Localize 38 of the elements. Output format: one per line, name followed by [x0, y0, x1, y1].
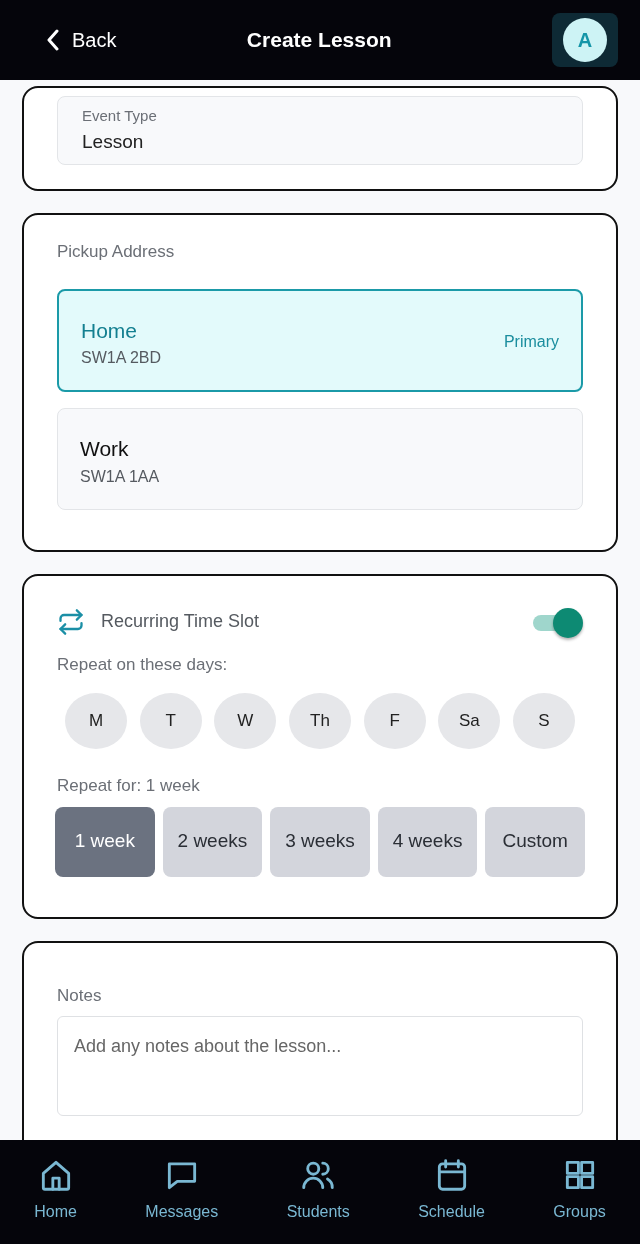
- day-button[interactable]: Th: [288, 693, 351, 749]
- day-button[interactable]: Sa: [438, 693, 501, 749]
- nav-tab[interactable]: Home: [34, 1156, 77, 1224]
- postcode: SW1A 2BD: [81, 348, 162, 368]
- notes-field[interactable]: Add any notes about the lesson...: [57, 1016, 583, 1116]
- nav-tab[interactable]: Schedule: [418, 1156, 485, 1224]
- back-button[interactable]: Back: [46, 25, 117, 55]
- day-button[interactable]: M: [65, 693, 127, 749]
- address-name: Home: [81, 317, 139, 344]
- avatar: A: [563, 18, 607, 62]
- event-type-field[interactable]: Event Type Lesson: [57, 96, 583, 165]
- field-label: Repeat on these days:: [57, 653, 229, 676]
- duration-button[interactable]: 3 weeks: [270, 806, 370, 877]
- day-button[interactable]: W: [214, 693, 277, 749]
- back-icon: [46, 29, 60, 51]
- toggle-switch[interactable]: [533, 607, 583, 636]
- postcode: SW1A 1AA: [80, 466, 160, 487]
- field-label: Notes: [57, 984, 103, 1007]
- field-label: Event Type: [82, 106, 158, 126]
- nav-tab[interactable]: Students: [286, 1156, 350, 1224]
- address-option[interactable]: Home SW1A 2BD Primary: [57, 288, 583, 392]
- section-title: Recurring Time Slot: [101, 610, 260, 633]
- day-button[interactable]: T: [139, 693, 202, 749]
- repeat-icon: [57, 607, 85, 636]
- page-title: Create Lesson: [245, 27, 393, 54]
- primary-label: Primary: [503, 332, 559, 353]
- address-option[interactable]: Work SW1A 1AA: [57, 408, 583, 510]
- duration-button[interactable]: 4 weeks: [377, 806, 478, 877]
- nav-tab[interactable]: Messages: [145, 1156, 219, 1224]
- nav-tab[interactable]: Groups: [553, 1156, 606, 1224]
- field-label: Repeat for: 1 week: [57, 775, 201, 797]
- duration-button[interactable]: Custom: [485, 806, 585, 877]
- day-button[interactable]: F: [363, 693, 426, 749]
- duration-button[interactable]: 2 weeks: [162, 806, 263, 877]
- day-button[interactable]: S: [512, 693, 575, 749]
- duration-button[interactable]: 1 week: [55, 806, 155, 877]
- section-label: Pickup Address: [57, 241, 176, 263]
- address-name: Work: [80, 436, 130, 462]
